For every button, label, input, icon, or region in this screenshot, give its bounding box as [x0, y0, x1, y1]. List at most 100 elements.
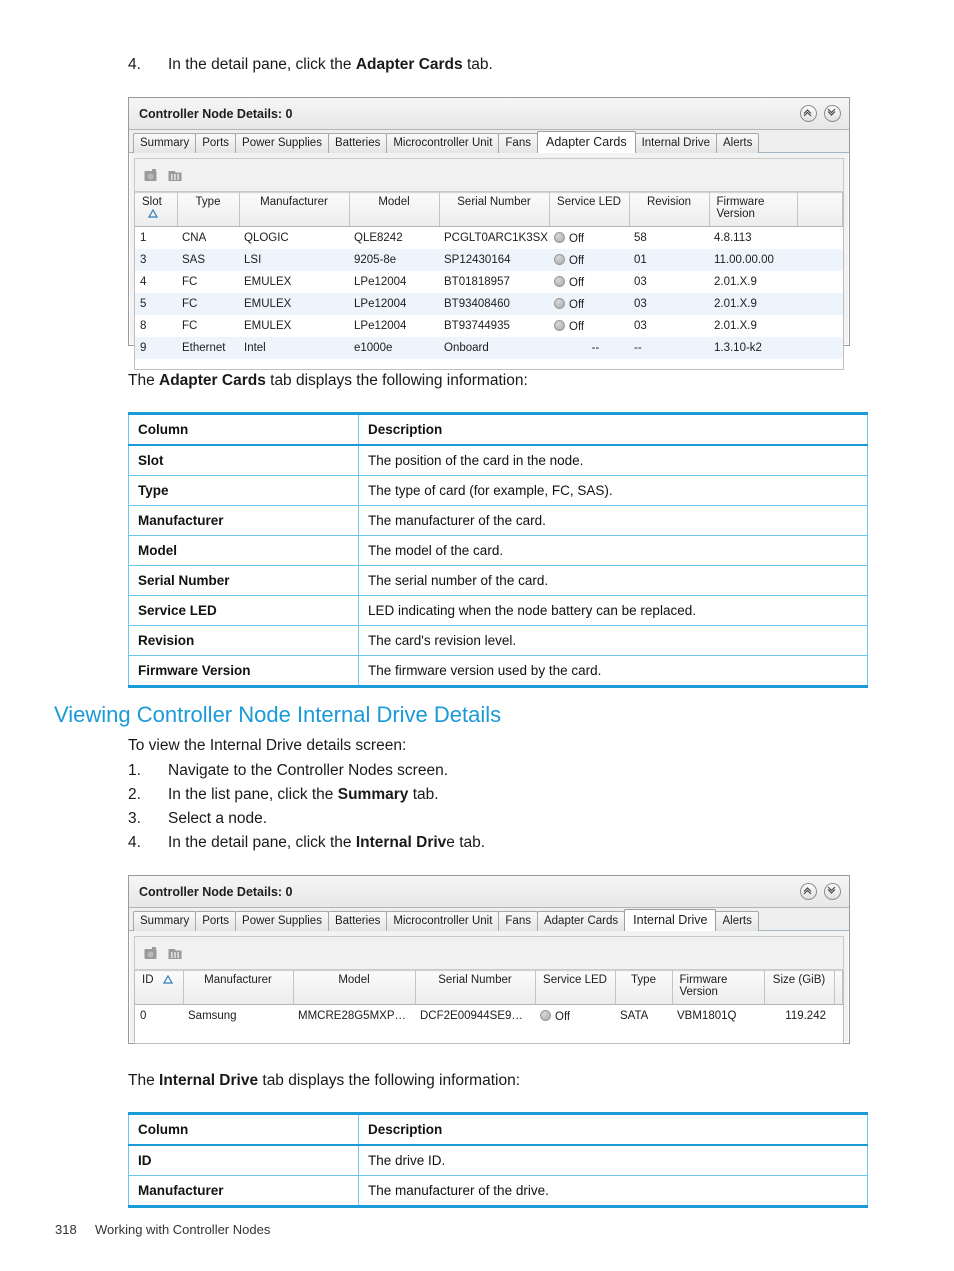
cell-slot: 3: [135, 249, 177, 271]
export-image-icon[interactable]: [143, 945, 160, 962]
desc-header-column: Column: [128, 1112, 359, 1146]
tab-alerts[interactable]: Alerts: [715, 911, 759, 931]
cell-manufacturer: Intel: [239, 337, 349, 359]
chevron-double-up-icon[interactable]: [800, 105, 817, 122]
export-table-icon[interactable]: [167, 945, 184, 962]
cell-type: SAS: [177, 249, 239, 271]
internal-drive-intro: The Internal Drive tab displays the foll…: [128, 1071, 520, 1091]
table-row[interactable]: 0 Samsung MMCRE28G5MXP… DCF2E00944SE9… O…: [135, 1004, 843, 1027]
export-table-icon[interactable]: [167, 167, 184, 184]
column-header-slot[interactable]: Slot: [135, 192, 178, 227]
table-row[interactable]: 4 FC EMULEX LPe12004 BT01818957 Off 03 2…: [135, 271, 843, 293]
step-number: 4.: [128, 56, 141, 73]
cell-service-led: Off: [549, 271, 629, 293]
tab-batteries[interactable]: Batteries: [327, 133, 388, 153]
tab-ports[interactable]: Ports: [195, 133, 237, 153]
cell-firmware: 2.01.X.9: [709, 315, 797, 337]
tab-power-supplies[interactable]: Power Supplies: [235, 133, 329, 153]
cell-model: QLE8242: [349, 226, 439, 249]
desc-row: Serial Number The serial number of the ca…: [128, 565, 868, 596]
desc-row: Model The model of the card.: [128, 535, 868, 566]
cell-manufacturer: EMULEX: [239, 315, 349, 337]
step-item-1: 1. Navigate to the Controller Nodes scree…: [128, 761, 448, 781]
column-header-serial-number[interactable]: Serial Number: [415, 970, 536, 1005]
tab-internal-drive[interactable]: Internal Drive: [624, 909, 717, 931]
led-indicator-icon: [554, 297, 565, 309]
column-header-id-label: ID: [142, 974, 154, 986]
cell-type: FC: [177, 271, 239, 293]
tab-internal-drive[interactable]: Internal Drive: [634, 133, 717, 153]
cell-service-led-label: Off: [569, 320, 585, 333]
column-header-model[interactable]: Model: [349, 192, 440, 227]
adapter-cards-table-body: 1 CNA QLOGIC QLE8242 PCGLT0ARC1K3SX Off …: [135, 226, 843, 359]
column-header-manufacturer[interactable]: Manufacturer: [239, 192, 350, 227]
cell-manufacturer: Samsung: [183, 1004, 293, 1027]
tab-adapter-cards[interactable]: Adapter Cards: [536, 131, 636, 153]
step-text-post: tab.: [408, 786, 439, 803]
adapter-desc-body: Slot The position of the card in the node…: [128, 444, 868, 688]
cell-service-led-label: Off: [569, 276, 585, 289]
cell-service-led-label: Off: [569, 298, 585, 311]
tab-fans[interactable]: Fans: [498, 911, 538, 931]
tab-adapter-cards[interactable]: Adapter Cards: [536, 911, 626, 931]
sort-ascending-triangle-icon[interactable]: [162, 974, 173, 987]
column-header-firmware-version[interactable]: Firmware Version: [672, 970, 765, 1005]
column-header-service-led[interactable]: Service LED: [549, 192, 630, 227]
cell-model: e1000e: [349, 337, 439, 359]
cell-spacer: [797, 293, 843, 315]
adapter-cards-description-table: Column Description Slot The position of t…: [128, 412, 868, 688]
chevron-double-down-icon[interactable]: [824, 883, 841, 900]
chevron-double-up-icon[interactable]: [800, 883, 817, 900]
column-header-slot-label: Slot: [142, 196, 162, 208]
tab-summary[interactable]: Summary: [133, 133, 197, 153]
tab-alerts[interactable]: Alerts: [715, 133, 760, 153]
cell-spacer: [797, 315, 843, 337]
column-header-manufacturer[interactable]: Manufacturer: [183, 970, 294, 1005]
column-header-firmware-version-label: Firmware Version: [716, 196, 765, 220]
table-row[interactable]: 5 FC EMULEX LPe12004 BT93408460 Off 03 2…: [135, 293, 843, 315]
table-row[interactable]: 9 Ethernet Intel e1000e Onboard -- -- 1.…: [135, 337, 843, 359]
adapter-cards-intro: The Adapter Cards tab displays the follo…: [128, 371, 528, 391]
cell-spacer: [834, 1004, 843, 1027]
tab-power-supplies[interactable]: Power Supplies: [235, 911, 329, 931]
cell-service-led: Off: [549, 315, 629, 337]
intro-pre: The: [128, 372, 160, 389]
desc-value: The position of the card in the node.: [358, 444, 868, 476]
column-header-size-gib[interactable]: Size (GiB): [764, 970, 835, 1005]
cell-service-led: Off: [535, 1004, 615, 1027]
cell-serial-number: BT93408460: [439, 293, 549, 315]
column-header-revision[interactable]: Revision: [629, 192, 710, 227]
column-header-model[interactable]: Model: [293, 970, 416, 1005]
window-titlebar: Controller Node Details: 0: [129, 876, 849, 908]
desc-value: The model of the card.: [358, 535, 868, 566]
column-header-serial-number[interactable]: Serial Number: [439, 192, 550, 227]
tab-microcontroller-unit[interactable]: Microcontroller Unit: [386, 911, 500, 931]
desc-key: Type: [128, 475, 359, 506]
sort-ascending-triangle-icon[interactable]: [147, 208, 159, 221]
column-header-service-led[interactable]: Service LED: [535, 970, 616, 1005]
desc-key: Model: [128, 535, 359, 566]
step-text-bold: Summary: [337, 786, 409, 803]
tab-fans[interactable]: Fans: [498, 133, 538, 153]
window-title: Controller Node Details: 0: [139, 884, 293, 899]
table-row[interactable]: 8 FC EMULEX LPe12004 BT93744935 Off 03 2…: [135, 315, 843, 337]
table-row[interactable]: 1 CNA QLOGIC QLE8242 PCGLT0ARC1K3SX Off …: [135, 226, 843, 249]
column-header-type[interactable]: Type: [615, 970, 673, 1005]
cell-model: MMCRE28G5MXP…: [293, 1004, 415, 1027]
column-header-id[interactable]: ID: [135, 970, 184, 1005]
cell-revision: --: [629, 337, 709, 359]
tab-summary[interactable]: Summary: [133, 911, 197, 931]
column-header-firmware-version[interactable]: Firmware Version: [709, 192, 798, 227]
cell-slot: 5: [135, 293, 177, 315]
chevron-double-down-icon[interactable]: [824, 105, 841, 122]
cell-revision: 03: [629, 271, 709, 293]
export-image-icon[interactable]: [143, 167, 160, 184]
column-header-spacer: [834, 970, 843, 1005]
tab-ports[interactable]: Ports: [195, 911, 237, 931]
table-row[interactable]: 3 SAS LSI 9205-8e SP12430164 Off 01 11.0…: [135, 249, 843, 271]
grid-toolbar-adapter: [134, 158, 844, 192]
tab-microcontroller-unit[interactable]: Microcontroller Unit: [386, 133, 500, 153]
window-title: Controller Node Details: 0: [139, 106, 293, 121]
tab-batteries[interactable]: Batteries: [327, 911, 388, 931]
column-header-type[interactable]: Type: [177, 192, 240, 227]
